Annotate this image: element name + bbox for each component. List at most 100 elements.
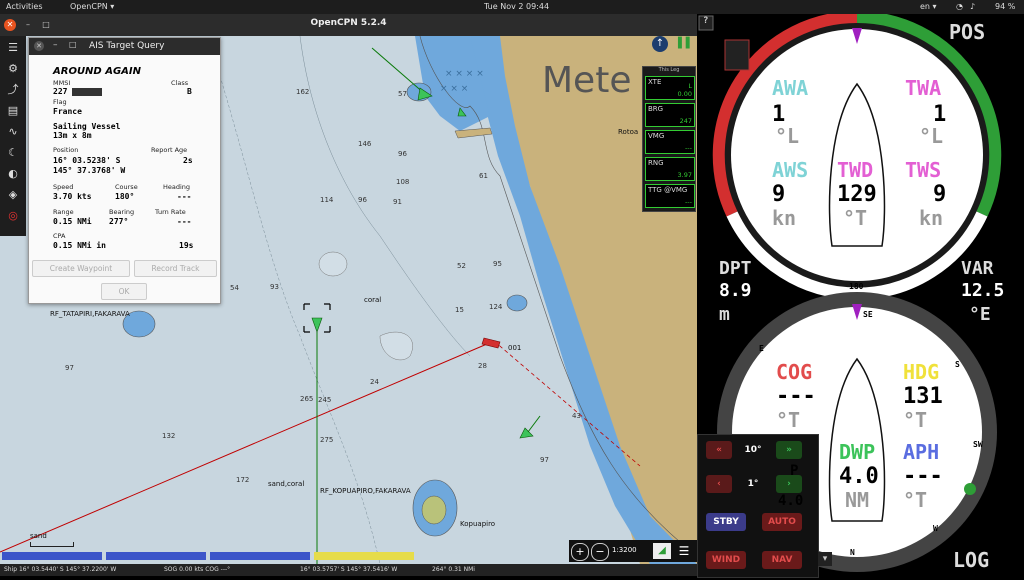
aws-unit: kn (772, 206, 797, 230)
ais-maximize-button[interactable]: □ (69, 40, 77, 49)
compass-rose-icon[interactable]: ↑ (652, 36, 668, 52)
clock[interactable]: Tue Nov 2 09:44 (484, 2, 549, 11)
volume-icon[interactable]: ♪ (970, 2, 975, 11)
track-icon[interactable]: ∿ (5, 124, 21, 140)
route-icon[interactable]: ⤴ (5, 82, 21, 98)
ais-target-dialog: ✕ – □ AIS Target Query AROUND AGAIN MMSI… (28, 37, 221, 304)
brg-key: BRG (648, 105, 664, 113)
depth-sounding: 57 (398, 90, 407, 98)
record-track-button[interactable]: Record Track (134, 260, 217, 277)
depth-sounding: 97 (540, 456, 549, 464)
vmg-key: VMG (648, 132, 665, 140)
aph-label: APH (903, 440, 940, 464)
cursor-position: 16° 03.5757' S 145° 37.5416' W (300, 566, 398, 573)
ok-button[interactable]: OK (101, 283, 147, 300)
vmg-cell: VMG --- (645, 130, 695, 154)
hdg-unit: °T (903, 408, 928, 432)
language-selector[interactable]: en ▾ (920, 2, 937, 11)
depth-sounding: 96 (358, 196, 367, 204)
ais-bearing-label: Bearing (109, 208, 135, 216)
ais-flag-value: France (53, 107, 82, 116)
chart-label-tatapiri: RF_TATAPIRI,FAKARAVA (50, 310, 130, 318)
wifi-icon[interactable]: ◔ (956, 2, 963, 11)
twa-unit: °L (919, 124, 944, 148)
route-manager-icon[interactable]: ▤ (5, 103, 21, 119)
ttg-key: TTG @VMG (648, 186, 688, 194)
ttg-cell: TTG @VMG --- (645, 184, 695, 208)
depth-sounding: 275 (320, 436, 334, 444)
aws-label: AWS (772, 158, 809, 182)
awa-label: AWA (772, 76, 809, 100)
stbd-10-button[interactable]: » (776, 441, 802, 459)
ais-close-button[interactable]: ✕ (34, 41, 44, 51)
chart-mode-icon[interactable]: ◢ (653, 543, 671, 559)
menu-bars-icon[interactable]: ☰ (675, 543, 693, 559)
ais-longitude: 145° 37.3768' W (53, 166, 126, 175)
route-bar-3[interactable] (210, 552, 310, 560)
port-1-button[interactable]: ‹ (706, 475, 732, 493)
night-mode-icon[interactable]: ☾ (5, 145, 21, 161)
status-bar: Ship 16° 03.5440' S 145° 37.2200' W SOG … (0, 564, 697, 576)
stby-button[interactable]: STBY (706, 513, 746, 531)
log-label: LOG (953, 548, 990, 572)
mob-icon[interactable]: ◎ (5, 208, 21, 224)
ais-mmsi-label: MMSI (53, 79, 71, 87)
dpt-value: 8.9 (719, 280, 752, 301)
compass-s: S (955, 360, 960, 369)
depth-sounding: 15 (455, 306, 464, 314)
left-toolbar: ☰ ⚙ ⤴ ▤ ∿ ☾ ◐ ◈ ◎ (0, 36, 26, 236)
dwp-value: 4.0 (839, 464, 879, 489)
ais-report-age: 2s (183, 156, 193, 165)
auto-button[interactable]: AUTO (762, 513, 802, 531)
route-bar-1[interactable] (2, 552, 102, 560)
cog-value: --- (776, 384, 816, 409)
create-waypoint-button[interactable]: Create Waypoint (32, 260, 130, 277)
hdg-label: HDG (903, 360, 940, 384)
ais-turn-label: Turn Rate (155, 208, 186, 216)
xte-key: XTE (648, 78, 662, 86)
chart-label-kopuapiro-rf: RF_KOPUAPIRO,FAKARAVA (320, 487, 411, 495)
help-icon[interactable]: ? (703, 16, 708, 26)
scale-label: sand (30, 532, 47, 540)
route-bar-4[interactable] (314, 552, 414, 560)
svg-text:× × ×: × × × (440, 84, 468, 94)
gps-signal-icon[interactable]: ▐▐ (674, 38, 692, 52)
chart-label-rotoa: Rotoa (618, 128, 639, 136)
port-10-button[interactable]: « (706, 441, 732, 459)
twd-label: TWD (837, 158, 874, 182)
depth-sounding: 124 (489, 303, 503, 311)
own-ship-label: 001 (508, 344, 522, 352)
aph-value: --- (903, 464, 943, 489)
ais-course-label: Course (115, 183, 138, 191)
depth-sounding: 93 (270, 283, 279, 291)
dwp-unit: NM (845, 488, 870, 512)
settings-icon[interactable]: ⚙ (5, 61, 21, 77)
var-unit: °E (969, 304, 991, 325)
rng-cell: RNG 3.97 (645, 157, 695, 181)
zoom-in-icon[interactable]: + (571, 543, 589, 561)
route-bar-2[interactable] (106, 552, 206, 560)
autopilot-p-label: P (790, 463, 799, 479)
zoom-out-icon[interactable]: − (591, 543, 609, 561)
sog-cog: SOG 0.00 kts COG ---° (164, 566, 231, 573)
ais-mmsi-value: 227 (53, 87, 68, 96)
dpt-unit: m (719, 304, 730, 325)
ais-course: 180° (115, 192, 135, 201)
zoom-bar: + − 1:3200 ◢ ☰ (569, 540, 697, 562)
dashboard-dropdown-icon[interactable]: ▾ (818, 552, 832, 566)
var-value: 12.5 (961, 280, 1005, 301)
wind-button[interactable]: WIND (706, 551, 746, 569)
chart-quilt-icon[interactable]: ◐ (5, 166, 21, 182)
battery-level[interactable]: 94 % (995, 2, 1015, 11)
tws-label: TWS (905, 158, 942, 182)
ais-cpa-time: 19s (179, 241, 194, 250)
depth-sounding: 96 (398, 150, 407, 158)
ais-minimize-button[interactable]: – (53, 40, 58, 50)
activities-button[interactable]: Activities (6, 2, 43, 11)
nav-button[interactable]: NAV (762, 551, 802, 569)
app-menu[interactable]: OpenCPN ▾ (70, 2, 114, 11)
ais-icon[interactable]: ◈ (5, 187, 21, 203)
depth-sounding: 132 (162, 432, 176, 440)
depth-sounding: 24 (370, 378, 379, 386)
menu-icon[interactable]: ☰ (5, 40, 21, 56)
